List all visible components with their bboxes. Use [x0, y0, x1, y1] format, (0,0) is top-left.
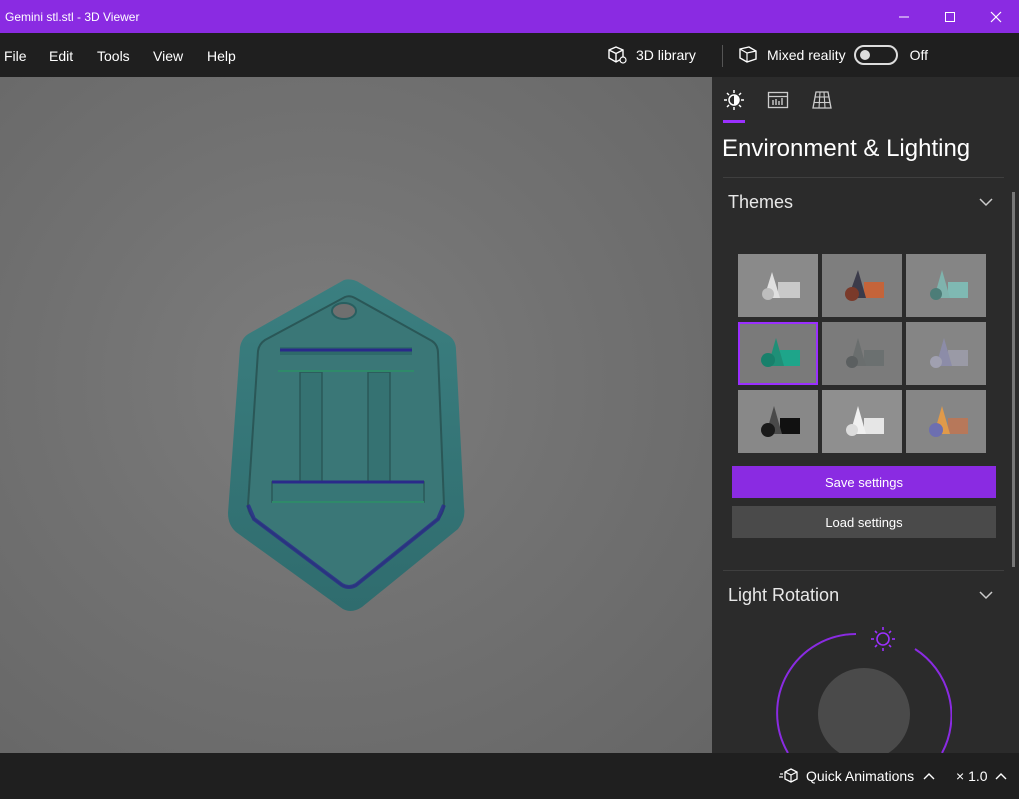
maximize-icon: [945, 11, 955, 22]
mixed-reality-label: Mixed reality: [767, 47, 846, 63]
menu-file[interactable]: File: [4, 48, 27, 64]
stats-icon[interactable]: [767, 89, 789, 111]
maximize-button[interactable]: [927, 0, 973, 33]
mixed-reality-control: Mixed reality Off: [737, 33, 928, 77]
toggle-knob: [859, 50, 870, 60]
chevron-down-icon[interactable]: [978, 197, 994, 207]
grid-icon[interactable]: [811, 89, 833, 111]
load-settings-button[interactable]: Load settings: [732, 506, 996, 538]
animation-cube-icon: [779, 768, 798, 783]
light-rotation-header[interactable]: Light Rotation: [728, 585, 839, 606]
quick-animations-label: Quick Animations: [806, 768, 915, 784]
title-bar: Gemini stl.stl - 3D Viewer: [0, 0, 1019, 33]
theme-thumbnail[interactable]: [822, 390, 902, 453]
save-settings-button[interactable]: Save settings: [732, 466, 996, 498]
close-button[interactable]: [973, 0, 1019, 33]
divider: [723, 177, 1004, 178]
active-tab-indicator: [723, 120, 745, 123]
library-label: 3D library: [636, 47, 696, 63]
theme-thumbnail[interactable]: [906, 322, 986, 385]
theme-thumbnail[interactable]: [822, 322, 902, 385]
minimize-button[interactable]: [881, 0, 927, 33]
theme-thumbnail[interactable]: [906, 254, 986, 317]
chevron-down-icon[interactable]: [978, 590, 994, 600]
close-icon: [990, 11, 1002, 22]
chevron-up-icon: [995, 773, 1007, 780]
themes-header[interactable]: Themes: [728, 192, 793, 213]
chevron-up-icon: [923, 773, 935, 780]
lighting-icon[interactable]: [723, 89, 745, 111]
theme-thumbnail[interactable]: [738, 390, 818, 453]
scrollbar[interactable]: [1012, 192, 1015, 567]
speed-label: × 1.0: [956, 768, 988, 784]
settings-panel: Environment & Lighting Themes Save setti…: [712, 77, 1019, 753]
panel-title: Environment & Lighting: [722, 135, 971, 162]
minimize-icon: [899, 16, 909, 17]
theme-thumbnail[interactable]: [738, 254, 818, 317]
sun-icon: [871, 627, 895, 651]
cube-icon: [608, 46, 627, 64]
animation-speed-button[interactable]: × 1.0: [956, 753, 1008, 799]
menu-tools[interactable]: Tools: [97, 48, 130, 64]
quick-animations-button[interactable]: Quick Animations: [779, 753, 936, 799]
mixed-reality-icon: [739, 46, 757, 63]
mixed-reality-toggle[interactable]: [853, 45, 898, 65]
library-button[interactable]: 3D library: [606, 33, 696, 77]
menu-bar: File Edit Tools View Help 3D library Mix…: [0, 33, 1019, 77]
bottom-bar: Quick Animations × 1.0: [0, 753, 1019, 799]
window-title: Gemini stl.stl - 3D Viewer: [5, 9, 140, 24]
divider: [723, 570, 1004, 571]
theme-thumbnail[interactable]: [822, 254, 902, 317]
menu-help[interactable]: Help: [207, 48, 236, 64]
menu-view[interactable]: View: [153, 48, 183, 64]
menu-edit[interactable]: Edit: [49, 48, 73, 64]
panel-tabs: [712, 77, 1019, 123]
gemini-model[interactable]: [0, 77, 712, 753]
menu-separator: [722, 45, 723, 67]
mixed-reality-state: Off: [909, 47, 929, 63]
3d-viewport[interactable]: [0, 77, 712, 753]
theme-thumbnail[interactable]: [906, 390, 986, 453]
theme-thumbnail-selected[interactable]: [738, 322, 818, 385]
light-rotation-dial[interactable]: [772, 617, 952, 753]
